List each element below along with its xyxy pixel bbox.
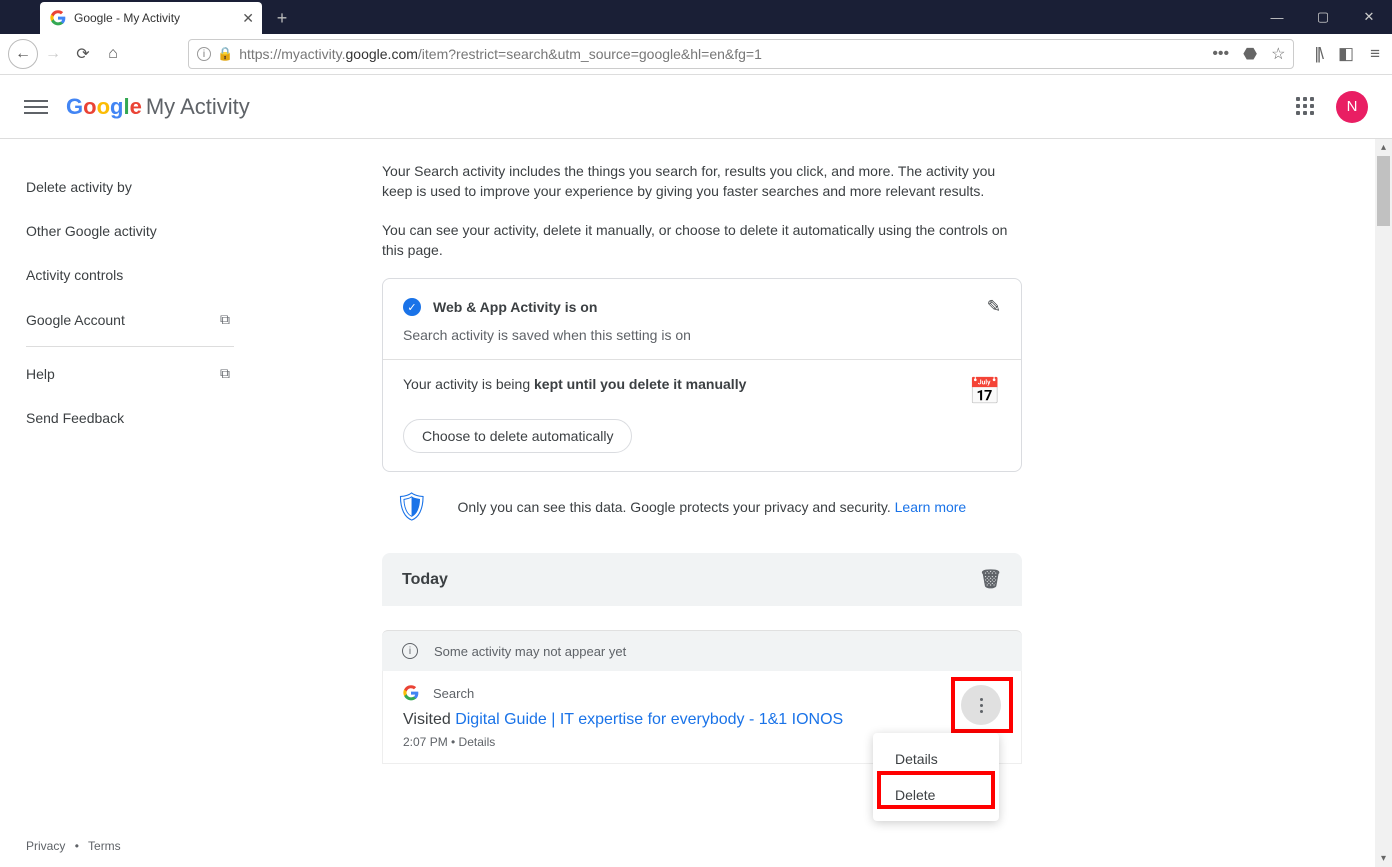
external-link-icon: ⧉	[220, 311, 230, 328]
privacy-notice: 🛡 Only you can see this data. Google pro…	[382, 490, 1022, 523]
activity-title: Visited Digital Guide | IT expertise for…	[403, 711, 1001, 729]
url-text: https://myactivity.google.com/item?restr…	[239, 46, 762, 62]
lock-icon: 🔒	[217, 46, 233, 62]
google-logo[interactable]: Google My Activity	[66, 94, 250, 120]
google-favicon-icon	[50, 10, 66, 26]
retention-text: Your activity is being kept until you de…	[403, 376, 746, 392]
page-content: Delete activity by Other Google activity…	[0, 139, 1392, 867]
new-tab-button[interactable]: +	[268, 4, 296, 32]
menu-item-delete[interactable]: Delete	[873, 777, 999, 813]
pocket-icon[interactable]: ⬣	[1243, 44, 1257, 64]
sidebar: Delete activity by Other Google activity…	[0, 139, 260, 867]
shield-icon: 🛡	[394, 490, 430, 523]
calendar-icon: 📅	[969, 376, 1001, 407]
sidebar-item-google-account[interactable]: Google Account⧉	[26, 297, 260, 342]
tab-close-icon[interactable]: ✕	[242, 10, 254, 27]
sidebar-item-other-activity[interactable]: Other Google activity	[26, 209, 260, 253]
page-title: My Activity	[146, 94, 250, 120]
browser-tab-strip: Google - My Activity ✕ + — ▢ ✕	[0, 0, 1392, 34]
apps-grid-icon[interactable]	[1296, 97, 1316, 117]
minimize-button[interactable]: —	[1254, 0, 1300, 34]
scrollbar-thumb[interactable]	[1377, 156, 1390, 226]
activity-menu-button[interactable]	[961, 685, 1001, 725]
back-button[interactable]: ←	[8, 39, 38, 69]
sidebar-item-activity-controls[interactable]: Activity controls	[26, 253, 260, 297]
browser-toolbar: ← → ⟳ ⌂ i 🔒 https://myactivity.google.co…	[0, 34, 1392, 75]
activity-dropdown-menu: Details Delete	[873, 733, 999, 821]
main-content: Your Search activity includes the things…	[260, 139, 1392, 867]
intro-text-1: Your Search activity includes the things…	[382, 161, 1022, 202]
terms-link[interactable]: Terms	[88, 839, 121, 853]
menu-item-details[interactable]: Details	[873, 741, 999, 777]
browser-tab[interactable]: Google - My Activity ✕	[40, 2, 262, 34]
browser-menu-icon[interactable]: ≡	[1370, 44, 1380, 64]
sidebar-icon[interactable]: ◧	[1338, 44, 1354, 64]
pending-banner: i Some activity may not appear yet	[382, 630, 1022, 671]
delete-day-icon[interactable]: 🗑	[979, 569, 1002, 590]
waa-title: Web & App Activity is on	[433, 299, 597, 315]
activity-item: Search Visited Digital Guide | IT expert…	[382, 671, 1022, 764]
waa-subtitle: Search activity is saved when this setti…	[403, 327, 1001, 343]
tab-title: Google - My Activity	[74, 11, 180, 25]
bookmark-star-icon[interactable]: ☆	[1271, 44, 1285, 64]
site-info-icon[interactable]: i	[197, 47, 211, 61]
reload-button[interactable]: ⟳	[68, 39, 98, 69]
page-header: Google My Activity N	[0, 75, 1392, 139]
sidebar-item-delete-activity-by[interactable]: Delete activity by	[26, 165, 260, 209]
forward-button[interactable]: →	[38, 39, 68, 69]
window-controls: — ▢ ✕	[1254, 0, 1392, 34]
menu-icon[interactable]	[24, 96, 48, 118]
activity-service: Search	[403, 685, 1001, 701]
close-window-button[interactable]: ✕	[1346, 0, 1392, 34]
account-avatar[interactable]: N	[1336, 91, 1368, 123]
library-icon[interactable]: ||\	[1314, 44, 1322, 64]
activity-link[interactable]: Digital Guide | IT expertise for everybo…	[455, 711, 843, 728]
home-button[interactable]: ⌂	[98, 39, 128, 69]
vertical-scrollbar[interactable]: ▴ ▾	[1375, 139, 1392, 867]
check-icon: ✓	[403, 298, 421, 316]
intro-text-2: You can see your activity, delete it man…	[382, 220, 1022, 261]
sidebar-item-feedback[interactable]: Send Feedback	[26, 396, 260, 440]
learn-more-link[interactable]: Learn more	[895, 499, 967, 515]
scroll-up-icon[interactable]: ▴	[1375, 139, 1392, 156]
privacy-link[interactable]: Privacy	[26, 839, 65, 853]
day-label: Today	[402, 571, 448, 589]
maximize-button[interactable]: ▢	[1300, 0, 1346, 34]
info-icon: i	[402, 643, 418, 659]
address-bar[interactable]: i 🔒 https://myactivity.google.com/item?r…	[188, 39, 1294, 69]
scroll-down-icon[interactable]: ▾	[1375, 850, 1392, 867]
auto-delete-button[interactable]: Choose to delete automatically	[403, 419, 632, 453]
waa-card: ✓ Web & App Activity is on ✎ Search acti…	[382, 278, 1022, 472]
day-header: Today 🗑	[382, 553, 1022, 606]
google-g-icon	[403, 685, 419, 701]
external-link-icon: ⧉	[220, 365, 230, 382]
kebab-icon	[980, 696, 983, 714]
sidebar-item-help[interactable]: Help⧉	[26, 351, 260, 396]
edit-icon[interactable]: ✎	[987, 297, 1001, 317]
footer-links: Privacy • Terms	[26, 839, 121, 853]
more-actions-icon[interactable]: •••	[1212, 45, 1229, 63]
